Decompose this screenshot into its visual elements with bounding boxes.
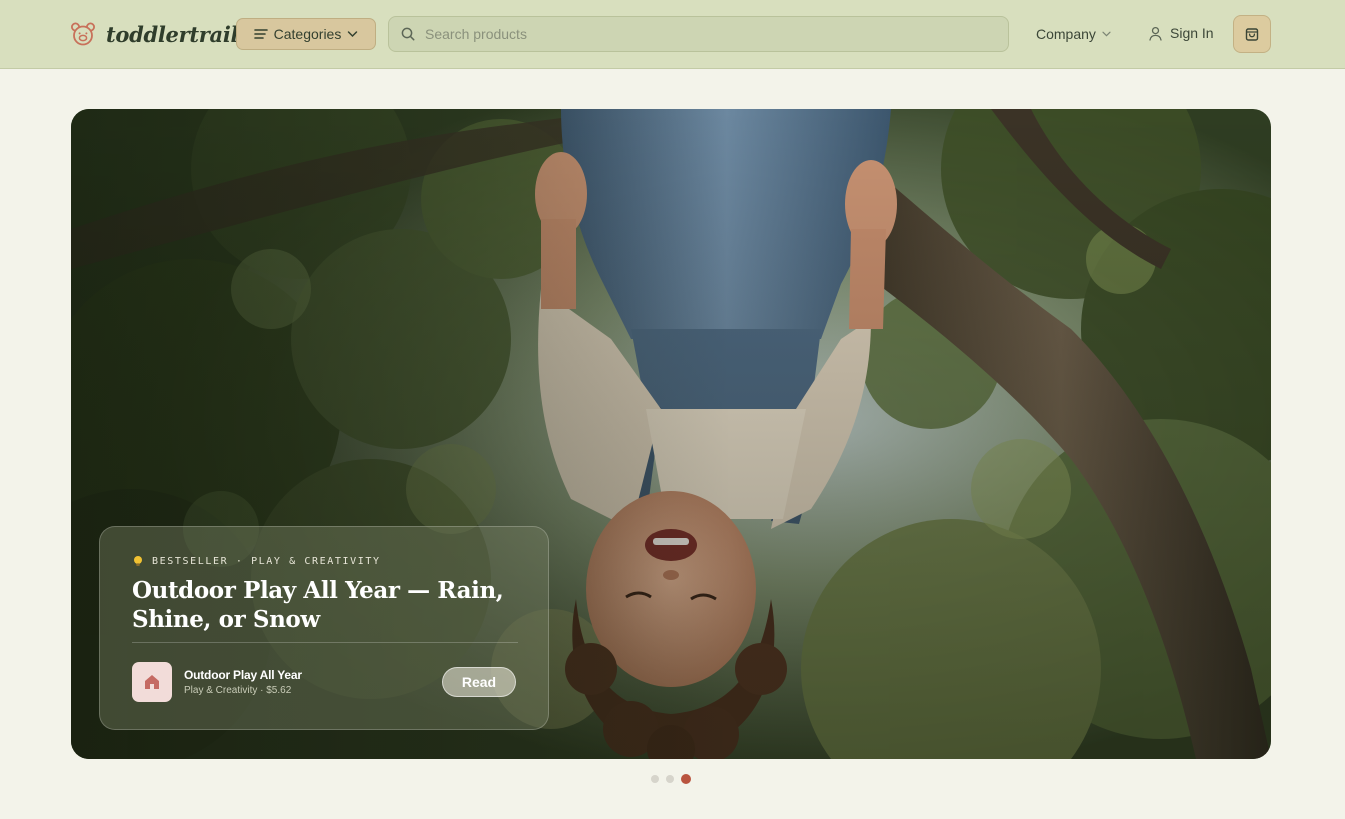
company-label: Company: [1036, 26, 1096, 42]
menu-icon: [253, 29, 268, 39]
bear-logo-icon: [71, 22, 95, 46]
brand-logo[interactable]: toddlertrail: [70, 20, 239, 48]
categories-label: Categories: [273, 26, 342, 42]
hero-banner[interactable]: BESTSELLER · PLAY & CREATIVITY Outdoor P…: [71, 109, 1271, 759]
card-title: Outdoor Play All Year — Rain, Shine, or …: [132, 577, 504, 633]
chevron-down-icon: [348, 31, 358, 38]
product-name: Outdoor Play All Year: [184, 668, 302, 682]
product-meta: Play & Creativity · $5.62: [184, 685, 292, 696]
search-input[interactable]: [425, 26, 1008, 42]
shopping-bag-icon: [1245, 28, 1259, 41]
sign-in-link[interactable]: Sign In: [1148, 24, 1214, 42]
cart-button[interactable]: [1233, 15, 1271, 53]
chevron-down-icon: [1102, 31, 1111, 37]
house-icon: [145, 675, 159, 689]
brand-name: toddlertrail: [106, 21, 239, 47]
search-bar: [388, 16, 1009, 52]
product-info: Outdoor Play All Year Play & Creativity …: [184, 668, 302, 696]
company-menu[interactable]: Company: [1036, 25, 1111, 43]
carousel-dot[interactable]: [651, 775, 659, 783]
card-eyebrow: BESTSELLER · PLAY & CREATIVITY: [132, 555, 516, 567]
site-header: toddlertrail Categories Company Sign In: [0, 0, 1345, 69]
card-divider: [132, 642, 518, 643]
categories-button[interactable]: Categories: [236, 18, 376, 50]
user-icon: [1149, 26, 1162, 41]
read-button[interactable]: Read: [442, 667, 516, 697]
carousel-dot[interactable]: [666, 775, 674, 783]
carousel-dot[interactable]: [681, 774, 691, 784]
product-thumbnail[interactable]: [132, 662, 172, 702]
search-icon: [401, 27, 415, 41]
sign-in-label: Sign In: [1170, 25, 1214, 41]
eyebrow-text: BESTSELLER · PLAY & CREATIVITY: [152, 555, 381, 567]
card-footer: Outdoor Play All Year Play & Creativity …: [132, 661, 516, 703]
lightbulb-icon: [134, 556, 142, 566]
featured-card: BESTSELLER · PLAY & CREATIVITY Outdoor P…: [99, 526, 549, 730]
carousel-dots: [651, 774, 691, 784]
